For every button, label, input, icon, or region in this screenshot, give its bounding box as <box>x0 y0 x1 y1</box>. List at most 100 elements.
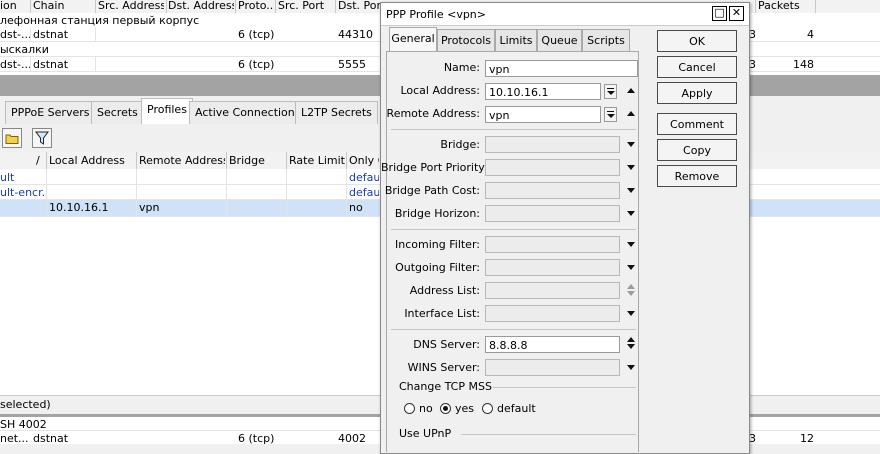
local-address-dropdown-icon[interactable] <box>604 84 617 99</box>
col-header-dst-address[interactable]: Dst. Address <box>168 0 234 13</box>
rule-dst-port: 44310 <box>338 28 373 41</box>
rule-dst-port: 5555 <box>338 58 366 71</box>
outgoing-filter-field[interactable] <box>485 259 620 276</box>
address-list-field[interactable] <box>485 282 620 299</box>
rule-protocol: 6 (tcp) <box>238 28 275 41</box>
tab-queue[interactable]: Queue <box>537 29 582 52</box>
col-header-rate-limit[interactable]: Rate Limit... <box>289 153 345 168</box>
wins-server-expand-icon[interactable] <box>627 365 635 370</box>
ok-button[interactable]: OK <box>657 30 737 52</box>
remote-address-collapse-icon[interactable] <box>627 111 635 116</box>
folder-icon[interactable] <box>2 128 22 148</box>
profile-only-one: default <box>349 171 379 184</box>
mss-yes-label: yes <box>455 402 475 415</box>
copy-button[interactable]: Copy <box>657 139 737 161</box>
rule-action: dst-... <box>0 28 30 41</box>
outgoing-filter-expand-icon[interactable] <box>627 265 635 270</box>
bridge-path-cost-expand-icon[interactable] <box>627 188 635 193</box>
rule-chain: dstnat <box>33 28 69 41</box>
address-list-down-icon[interactable] <box>627 291 635 296</box>
local-address-collapse-icon[interactable] <box>627 88 635 93</box>
profile-name: ult-encr... <box>0 186 46 199</box>
rule-comment: ыскалки <box>0 43 49 56</box>
bridge-field[interactable] <box>485 136 620 153</box>
address-list-label: Address List: <box>409 284 480 297</box>
wins-server-label: WINS Server: <box>407 361 480 374</box>
tab-active-connections[interactable]: Active Connections <box>189 101 307 124</box>
ppp-profile-dialog: PPP Profile <vpn> □ ✕ General Protocols … <box>380 2 750 454</box>
col-header-remote-address[interactable]: Remote Address <box>139 153 225 168</box>
comment-button[interactable]: Comment <box>657 113 737 135</box>
mss-default-radio[interactable] <box>482 403 493 414</box>
profile-only-one: default <box>349 186 379 199</box>
address-list-up-icon[interactable] <box>627 284 635 289</box>
mss-no-radio[interactable] <box>404 403 415 414</box>
filter-icon[interactable] <box>32 128 52 148</box>
bridge-label: Bridge: <box>440 138 480 151</box>
bridge-expand-icon[interactable] <box>627 142 635 147</box>
maximize-icon[interactable]: □ <box>712 6 727 21</box>
mss-yes-radio[interactable] <box>440 403 451 414</box>
tab-pppoe-servers[interactable]: PPPoE Servers <box>5 101 96 124</box>
close-icon[interactable]: ✕ <box>729 6 744 21</box>
interface-list-field[interactable] <box>485 305 620 322</box>
dns-server-up-icon[interactable] <box>627 337 635 342</box>
col-header-name[interactable]: / <box>36 153 46 168</box>
dns-server-label: DNS Server: <box>413 338 480 351</box>
dialog-title-bar[interactable]: PPP Profile <vpn> □ ✕ <box>381 3 749 26</box>
name-field[interactable]: vpn <box>485 60 638 77</box>
name-label: Name: <box>443 61 480 74</box>
remove-button[interactable]: Remove <box>657 165 737 187</box>
tab-l2tp-secrets[interactable]: L2TP Secrets <box>295 101 378 124</box>
col-header-local-address[interactable]: Local Address <box>49 153 135 168</box>
incoming-filter-field[interactable] <box>485 236 620 253</box>
bridge-path-cost-field[interactable] <box>485 182 620 199</box>
interface-list-expand-icon[interactable] <box>627 311 635 316</box>
col-header-src-address[interactable]: Src. Address <box>98 0 164 13</box>
remote-address-dropdown-icon[interactable] <box>604 107 617 122</box>
tab-limits[interactable]: Limits <box>495 29 537 52</box>
dns-server-down-icon[interactable] <box>627 344 635 349</box>
mss-no-label: no <box>419 402 433 415</box>
col-header-dst-port[interactable]: Dst. Port <box>338 0 380 13</box>
rule-bytes: 3 <box>749 58 756 71</box>
wins-server-field[interactable] <box>485 359 620 376</box>
col-header-src-port[interactable]: Src. Port <box>278 0 334 13</box>
tab-general[interactable]: General <box>389 27 437 53</box>
profile-local-address: 10.10.16.1 <box>49 201 109 214</box>
apply-button[interactable]: Apply <box>657 82 737 104</box>
local-address-field[interactable]: 10.10.16.1 <box>485 83 601 100</box>
profile-remote-address: vpn <box>139 201 160 214</box>
col-header-bridge[interactable]: Bridge <box>229 153 285 168</box>
tab-protocols[interactable]: Protocols <box>437 29 495 52</box>
col-header-packets[interactable]: Packets <box>758 0 814 13</box>
bridge-port-priority-field[interactable] <box>485 159 620 176</box>
rule-chain: dstnat <box>33 58 69 71</box>
change-tcp-mss-label: Change TCP MSS <box>399 380 492 393</box>
tab-profiles[interactable]: Profiles <box>141 98 193 124</box>
col-header-protocol[interactable]: Proto... <box>238 0 274 13</box>
rule-action: dst-... <box>0 58 30 71</box>
rule-comment: лефонная станция первый корпус <box>0 14 200 27</box>
tab-scripts[interactable]: Scripts <box>582 29 630 52</box>
interface-list-label: Interface List: <box>404 307 480 320</box>
selection-count: selected) <box>0 398 51 411</box>
incoming-filter-expand-icon[interactable] <box>627 242 635 247</box>
bridge-port-priority-expand-icon[interactable] <box>627 165 635 170</box>
remote-address-field[interactable]: vpn <box>485 106 601 123</box>
remote-address-label: Remote Address: <box>386 107 480 120</box>
dialog-title: PPP Profile <vpn> <box>386 8 486 21</box>
rule-bytes: 3 <box>749 28 756 41</box>
bridge-port-priority-label: Bridge Port Priority: <box>381 161 488 174</box>
bridge-horizon-expand-icon[interactable] <box>627 211 635 216</box>
bridge-horizon-field[interactable] <box>485 205 620 222</box>
bridge-horizon-label: Bridge Horizon: <box>394 207 480 220</box>
col-header-only-one[interactable]: Only O <box>349 153 379 168</box>
cancel-button[interactable]: Cancel <box>657 56 737 78</box>
dns-server-field[interactable]: 8.8.8.8 <box>485 336 620 353</box>
col-header-action[interactable]: ion <box>0 0 30 13</box>
col-header-chain[interactable]: Chain <box>33 0 93 13</box>
outgoing-filter-label: Outgoing Filter: <box>395 261 480 274</box>
tab-secrets[interactable]: Secrets <box>91 101 144 124</box>
incoming-filter-label: Incoming Filter: <box>395 238 480 251</box>
